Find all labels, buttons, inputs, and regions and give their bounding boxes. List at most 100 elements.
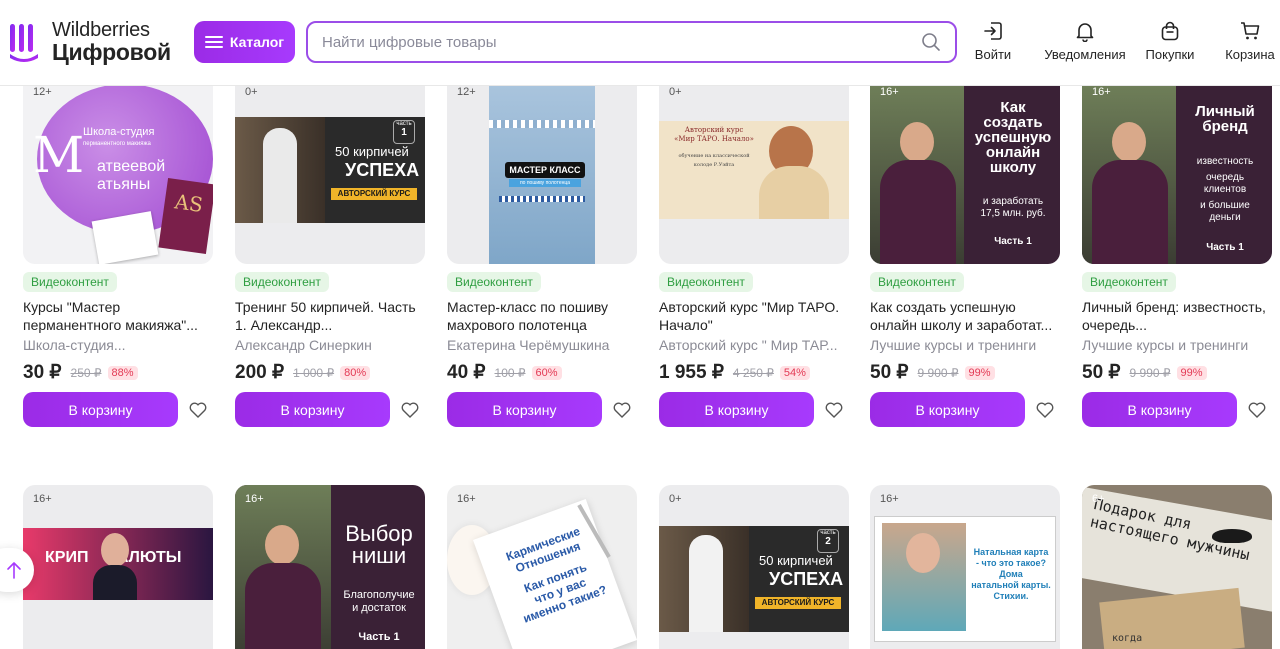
product-image[interactable]: 0+ Авторский курс «Мир ТАРО. Начало» обу…	[659, 86, 849, 264]
logo[interactable]: Wildberries Цифровой	[8, 20, 171, 64]
product-title[interactable]: Авторский курс "Мир ТАРО. Начало"	[659, 298, 849, 334]
art-text: 50 кирпичей	[335, 144, 409, 159]
add-to-cart-button[interactable]: В корзину	[870, 392, 1025, 427]
age-rating: 16+	[1092, 86, 1111, 98]
search-input[interactable]	[322, 33, 921, 51]
art-text: школу	[989, 159, 1037, 176]
add-to-cart-button[interactable]: В корзину	[659, 392, 814, 427]
favorite-heart-icon[interactable]	[400, 400, 420, 420]
product-brand[interactable]: Лучшие курсы и тренинги	[1082, 337, 1272, 353]
product-card[interactable]: 16+ Как создать успешную онлайн школу и …	[870, 86, 1060, 427]
art-text: Личный	[1195, 103, 1255, 120]
product-art: Кармические Отношения Как понять что у в…	[447, 485, 637, 649]
price: 50 ₽	[870, 362, 909, 383]
favorite-heart-icon[interactable]	[1035, 400, 1055, 420]
add-to-cart-button[interactable]: В корзину	[1082, 392, 1237, 427]
art-text: 2	[825, 536, 831, 547]
content-type-badge: Видеоконтент	[1082, 272, 1176, 292]
favorite-heart-icon[interactable]	[824, 400, 844, 420]
favorite-heart-icon[interactable]	[612, 400, 632, 420]
product-art: Подарок для настоящего мужчины когда	[1082, 485, 1272, 649]
art-text: Школа-студия	[83, 126, 155, 138]
product-title[interactable]: Как создать успешную онлайн школу и зара…	[870, 298, 1060, 334]
art-text: «Мир ТАРО. Начало»	[674, 135, 754, 143]
product-art: 50 кирпичей УСПЕХА АВТОРСКИЙ КУРС часть …	[235, 86, 425, 264]
art-text: успешную	[974, 129, 1052, 146]
art-text: Стихии.	[993, 591, 1029, 601]
art-text: АВТОРСКИЙ КУРС	[331, 188, 417, 200]
product-brand[interactable]: Александр Синеркин	[235, 337, 425, 353]
art-text: 17,5 млн. руб.	[980, 208, 1046, 219]
favorite-heart-icon[interactable]	[1247, 400, 1267, 420]
product-title[interactable]: Мастер-класс по пошиву махрового полотен…	[447, 298, 637, 334]
product-card[interactable]: 0+ 50 кирпичей УСПЕХА АВТОРСКИЙ КУРС час…	[235, 86, 425, 427]
art-text: МАСТЕР КЛАСС	[505, 162, 585, 178]
product-card[interactable]: 16+ Натальная карта - что это такое? Дом…	[870, 485, 1060, 649]
art-text: Дома	[999, 569, 1023, 579]
product-image[interactable]: 16+ Выбор ниши Благополучие и достаток Ч…	[235, 485, 425, 649]
content-type-badge: Видеоконтент	[235, 272, 329, 292]
add-to-cart-button[interactable]: В корзину	[23, 392, 178, 427]
notifications-button[interactable]: Уведомления	[1042, 20, 1128, 62]
discount-badge: 60%	[531, 365, 562, 380]
discount-badge: 99%	[1176, 365, 1207, 380]
art-text: Часть 1	[358, 631, 400, 643]
product-card[interactable]: 16+ КРИП АЛЮТЫ	[23, 485, 213, 649]
purchases-button[interactable]: Покупки	[1140, 20, 1200, 62]
product-brand[interactable]: Лучшие курсы и тренинги	[870, 337, 1060, 353]
product-image[interactable]: 16+ КРИП АЛЮТЫ	[23, 485, 213, 649]
product-card[interactable]: 0+ 50 кирпичей УСПЕХА АВТОРСКИЙ КУРС час…	[659, 485, 849, 649]
product-image[interactable]: 16+ Натальная карта - что это такое? Дом…	[870, 485, 1060, 649]
cart-button[interactable]: Корзина	[1220, 20, 1280, 62]
age-rating: 16+	[880, 493, 899, 505]
search-icon[interactable]	[921, 32, 941, 52]
product-image[interactable]: 12+ МАСТЕР КЛАСС по пошиву полотенца	[447, 86, 637, 264]
add-to-cart-button[interactable]: В корзину	[447, 392, 602, 427]
product-grid: 12+ M Школа-студия перманентного макияжа…	[0, 86, 1280, 649]
art-text: АВТОРСКИЙ КУРС	[755, 597, 841, 609]
product-card[interactable]: 12+ МАСТЕР КЛАСС по пошиву полотенца Вид…	[447, 86, 637, 427]
favorite-heart-icon[interactable]	[188, 400, 208, 420]
product-card[interactable]: 16+ Личный бренд известность очередь кли…	[1082, 86, 1272, 427]
art-text: и достаток	[352, 602, 406, 614]
logo-icon	[8, 20, 42, 64]
product-card[interactable]: 6+ Подарок для настоящего мужчины когда	[1082, 485, 1272, 649]
art-text: деньги	[1209, 212, 1241, 223]
old-price: 9 900 ₽	[917, 365, 959, 380]
login-button[interactable]: Войти	[965, 20, 1021, 62]
age-rating: 0+	[669, 493, 682, 505]
product-image[interactable]: 6+ Подарок для настоящего мужчины когда	[1082, 485, 1272, 649]
product-title[interactable]: Курсы "Мастер перманентного макияжа"...	[23, 298, 213, 334]
product-title[interactable]: Личный бренд: известность, очередь...	[1082, 298, 1272, 334]
old-price: 4 250 ₽	[732, 365, 774, 380]
age-rating: 16+	[880, 86, 899, 98]
product-image[interactable]: 16+ Личный бренд известность очередь кли…	[1082, 86, 1272, 264]
catalog-button[interactable]: Каталог	[194, 21, 295, 63]
product-image[interactable]: 0+ 50 кирпичей УСПЕХА АВТОРСКИЙ КУРС час…	[235, 86, 425, 264]
product-card[interactable]: 16+ Кармические Отношения Как понять что…	[447, 485, 637, 649]
old-price: 9 990 ₽	[1129, 365, 1171, 380]
login-icon	[984, 22, 1002, 40]
content-type-badge: Видеоконтент	[447, 272, 541, 292]
product-card[interactable]: 16+ Выбор ниши Благополучие и достаток Ч…	[235, 485, 425, 649]
art-text: известность	[1196, 156, 1254, 167]
product-title[interactable]: Тренинг 50 кирпичей. Часть 1. Александр.…	[235, 298, 425, 334]
art-text: когда	[1112, 633, 1143, 644]
art-text: 1	[401, 127, 407, 138]
art-text: УСПЕХА	[345, 160, 420, 180]
product-image[interactable]: 12+ M Школа-студия перманентного макияжа…	[23, 86, 213, 264]
product-art: Выбор ниши Благополучие и достаток Часть…	[235, 485, 425, 649]
art-text: - что это такое?	[976, 558, 1046, 568]
product-card[interactable]: 12+ M Школа-студия перманентного макияжа…	[23, 86, 213, 427]
art-text: Авторский курс	[684, 126, 744, 134]
product-card[interactable]: 0+ Авторский курс «Мир ТАРО. Начало» обу…	[659, 86, 849, 427]
product-image[interactable]: 16+ Как создать успешную онлайн школу и …	[870, 86, 1060, 264]
add-to-cart-button[interactable]: В корзину	[235, 392, 390, 427]
product-image[interactable]: 16+ Кармические Отношения Как понять что…	[447, 485, 637, 649]
product-brand[interactable]: Екатерина Черёмушкина	[447, 337, 637, 353]
old-price: 100 ₽	[494, 365, 526, 380]
product-brand[interactable]: Авторский курс " Мир ТАР...	[659, 337, 849, 353]
product-brand[interactable]: Школа-студия...	[23, 337, 213, 353]
product-image[interactable]: 0+ 50 кирпичей УСПЕХА АВТОРСКИЙ КУРС час…	[659, 485, 849, 649]
art-text: по пошиву полотенца	[509, 179, 581, 187]
